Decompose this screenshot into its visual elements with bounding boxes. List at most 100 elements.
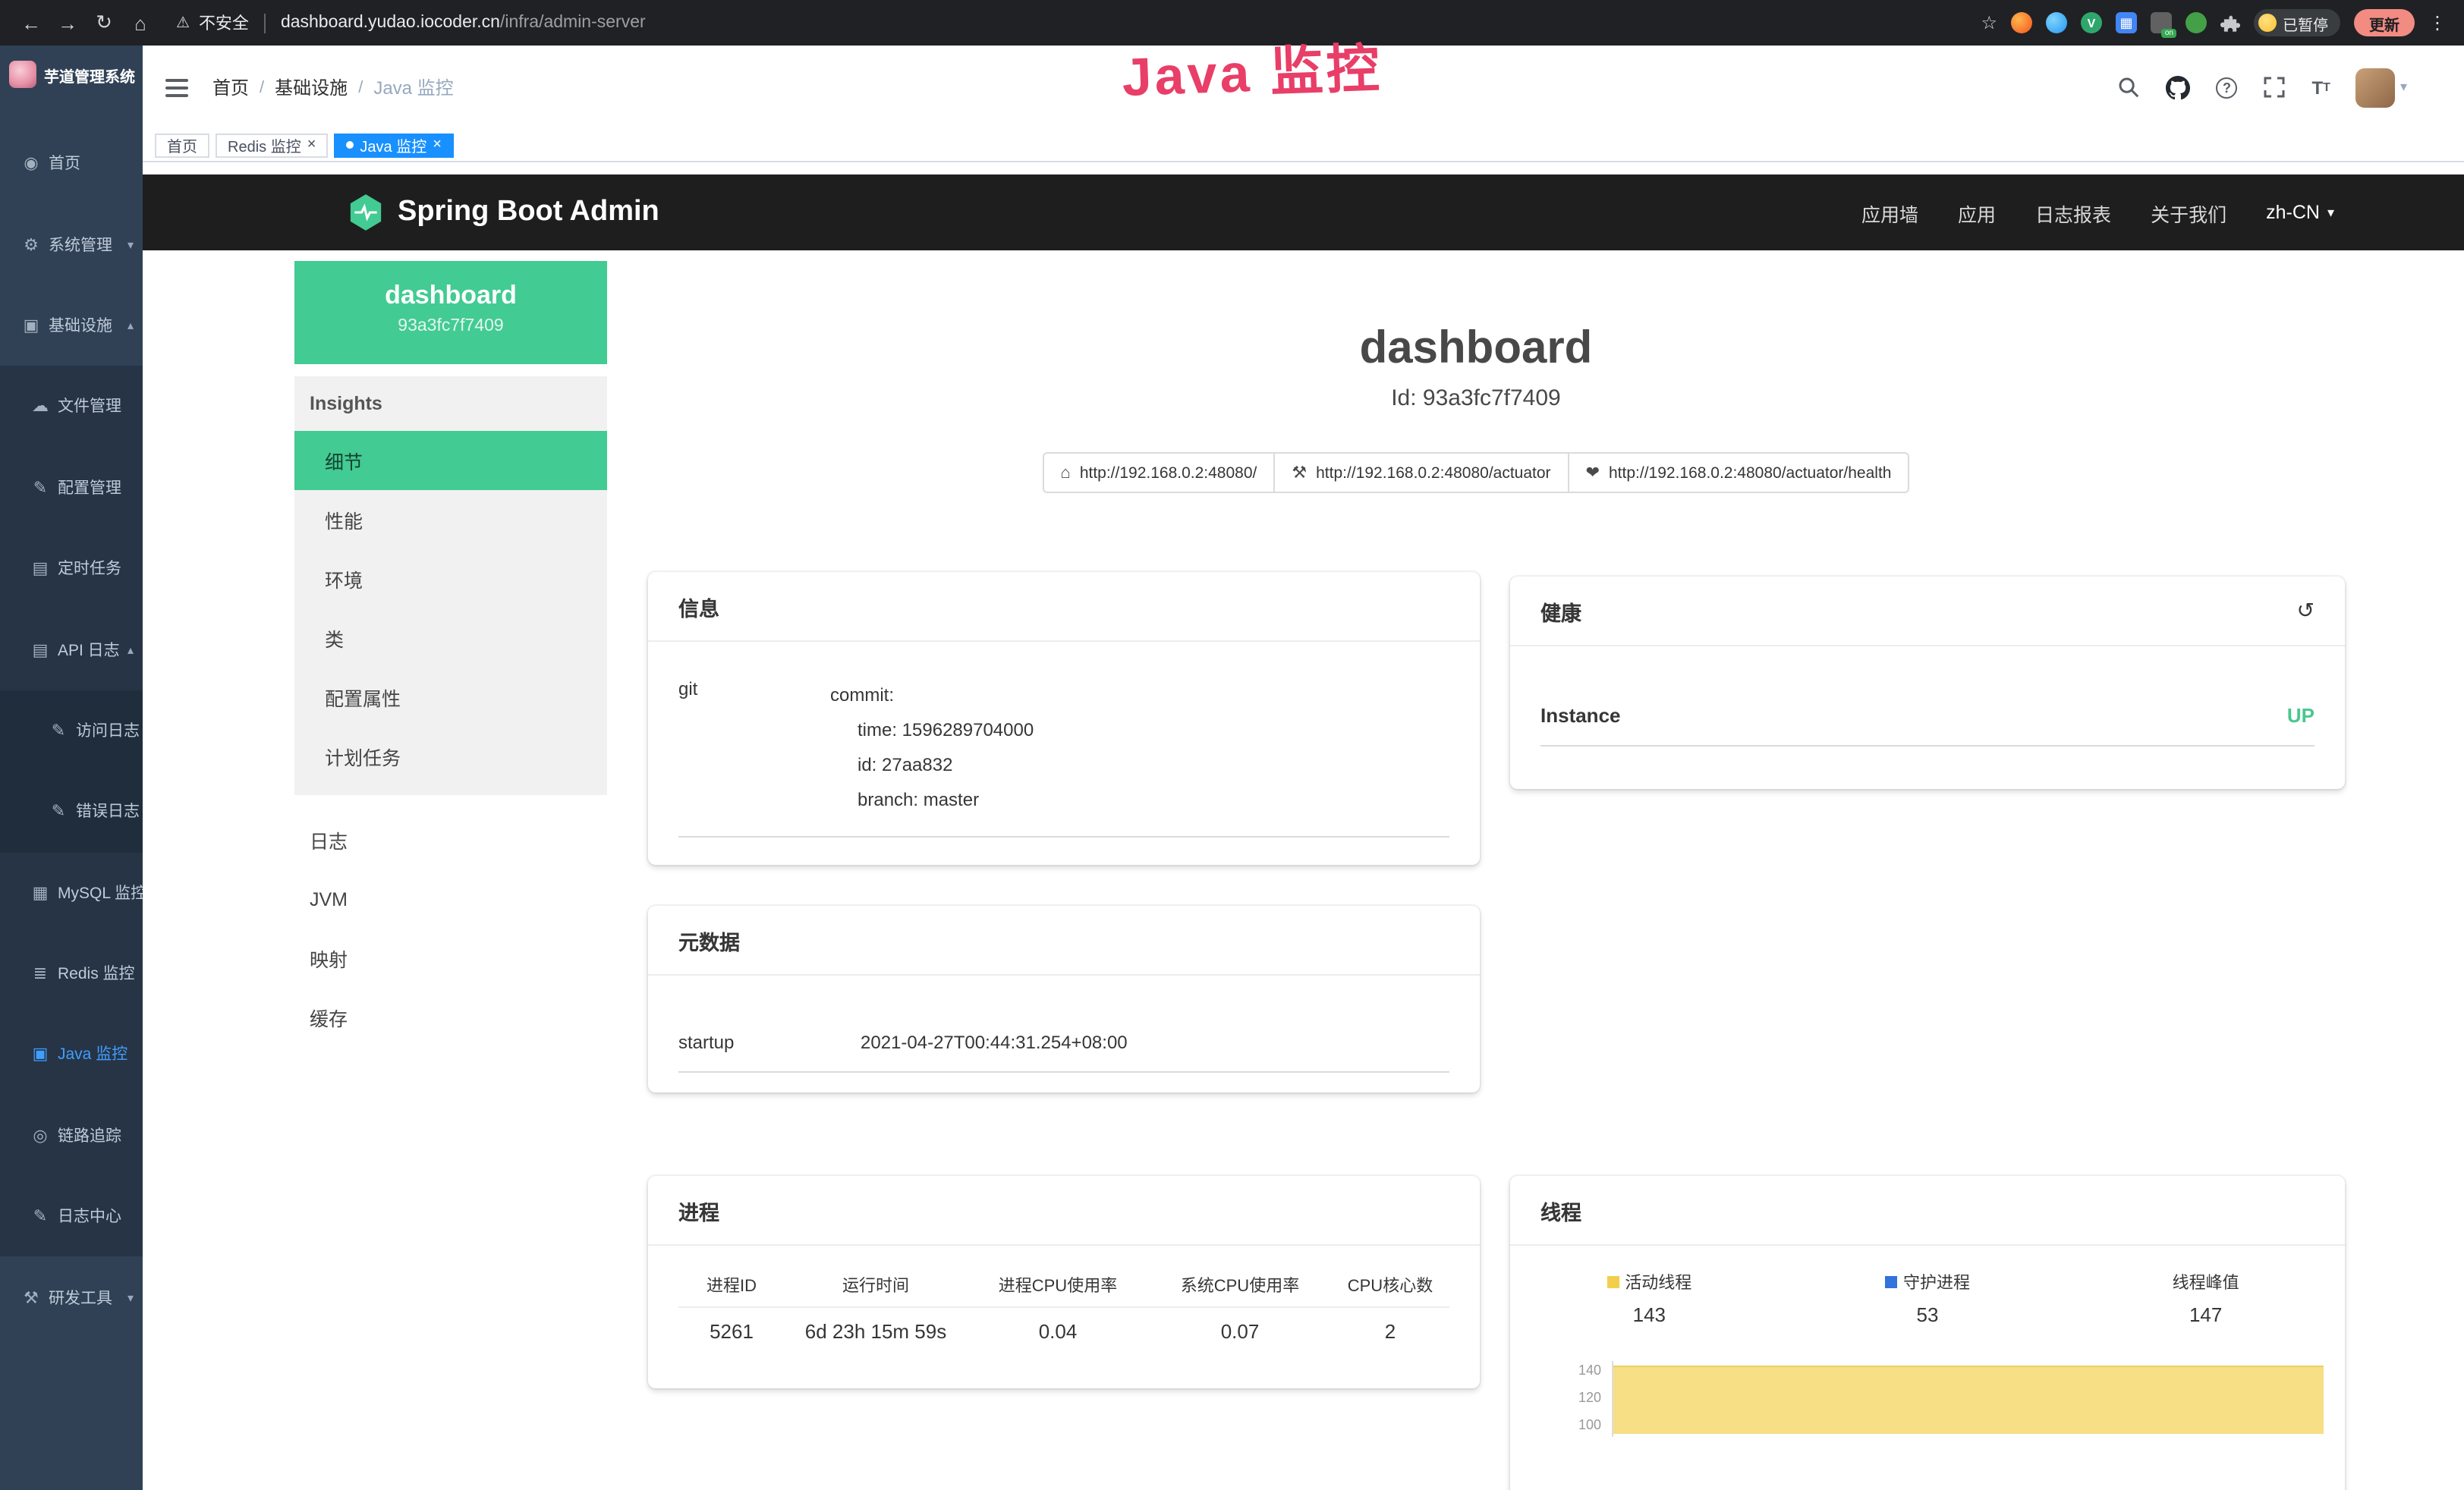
breadcrumb: 首页 / 基础设施 / Java 监控 (212, 74, 454, 100)
close-icon[interactable]: × (307, 137, 316, 152)
sba-item-caches[interactable]: 缓存 (294, 988, 607, 1047)
extensions-puzzle-icon[interactable] (2220, 13, 2240, 33)
screen: ← → ↻ ⌂ ⚠ 不安全 dashboard.yudao.iocoder.cn… (0, 0, 2464, 1490)
github-icon[interactable] (2166, 75, 2190, 99)
breadcrumb-infrastructure[interactable]: 基础设施 (275, 74, 348, 100)
health-card: 健康 ↺ Instance UP (1510, 577, 2345, 789)
proxy-switch-icon[interactable]: on (2151, 12, 2172, 33)
forward-icon[interactable]: → (55, 11, 80, 34)
sidebar-item-mysql-monitor[interactable]: ▦MySQL 监控 (0, 852, 143, 933)
page-title: dashboard (607, 322, 2345, 376)
sidebar-item-home[interactable]: ◉首页 (0, 123, 143, 204)
sba-item-environment[interactable]: 环境 (294, 549, 607, 608)
sba-item-scheduled-tasks[interactable]: 计划任务 (294, 727, 607, 786)
sidebar-item-java-monitor[interactable]: ▣Java 监控 (0, 1014, 143, 1095)
info-card-title: 信息 (648, 572, 1480, 642)
user-menu[interactable]: ▾ (2356, 68, 2407, 107)
header-actions: ? TT ▾ (2117, 68, 2407, 107)
sidebar-item-scheduled-jobs[interactable]: ▤定时任务 (0, 528, 143, 609)
breadcrumb-separator: / (358, 78, 363, 96)
chevron-up-icon: ▴ (127, 643, 134, 656)
spring-boot-admin-frame: Spring Boot Admin 应用墙 应用 日志报表 关于我们 zh-CN… (143, 162, 2464, 1490)
logo-image (9, 61, 36, 88)
extension-icon-2[interactable] (2046, 12, 2067, 33)
close-icon[interactable]: × (433, 137, 442, 152)
app-title: 芋道管理系统 (44, 63, 135, 86)
toolbar-right: ☆ V ▦ on 已暂停 更新 ⋮ (1981, 9, 2447, 36)
process-table: 进程ID 运行时间 进程CPU使用率 系统CPU使用率 CPU核心数 5261 … (678, 1273, 1449, 1343)
url-text[interactable]: dashboard.yudao.iocoder.cn/infra/admin-s… (281, 14, 646, 32)
fullscreen-icon[interactable] (2263, 76, 2286, 99)
back-icon[interactable]: ← (18, 11, 44, 34)
base-url-button[interactable]: ⌂http://192.168.0.2:48080/ (1043, 452, 1276, 493)
sba-main: dashboard Id: 93a3fc7f7409 ⌂http://192.1… (607, 162, 2345, 493)
sba-item-jvm[interactable]: JVM (294, 869, 607, 929)
sidebar-item-infrastructure[interactable]: ▣基础设施▴ (0, 285, 143, 366)
process-table-header: 进程ID 运行时间 进程CPU使用率 系统CPU使用率 CPU核心数 (678, 1273, 1449, 1308)
sidebar-item-tracing[interactable]: ◎链路追踪 (0, 1095, 143, 1176)
sidebar-item-system[interactable]: ⚙系统管理▾ (0, 204, 143, 285)
sba-item-details[interactable]: 细节 (294, 431, 607, 490)
extension-icon-4[interactable]: ▦ (2116, 12, 2137, 33)
sidebar-item-access-logs[interactable]: ✎访问日志 (0, 690, 143, 771)
font-size-icon[interactable]: TT (2311, 77, 2330, 98)
sidebar-item-redis-monitor[interactable]: ≣Redis 监控 (0, 933, 143, 1014)
tab-redis-monitor[interactable]: Redis 监控× (216, 133, 328, 157)
annotation-text: Java 监控 (1121, 26, 1384, 112)
app-logo[interactable]: 芋道管理系统 (0, 46, 143, 88)
search-icon[interactable] (2117, 76, 2140, 99)
sidebar-item-config-management[interactable]: ✎配置管理 (0, 447, 143, 528)
process-card: 进程 进程ID 运行时间 进程CPU使用率 系统CPU使用率 CPU核心数 52… (648, 1176, 1480, 1388)
extension-icon-1[interactable] (2011, 12, 2032, 33)
sba-item-mappings[interactable]: 映射 (294, 929, 607, 988)
sba-item-metrics[interactable]: 性能 (294, 490, 607, 549)
config-icon: ✎ (30, 478, 50, 498)
avatar (2356, 68, 2396, 107)
breadcrumb-separator: / (260, 78, 264, 96)
bookmark-star-icon[interactable]: ☆ (1981, 12, 1997, 33)
sidebar-item-devtools[interactable]: ⚒研发工具▾ (0, 1257, 143, 1338)
sidebar-item-log-center[interactable]: ✎日志中心 (0, 1176, 143, 1257)
sba-item-logs[interactable]: 日志 (294, 810, 607, 869)
reload-icon[interactable]: ↻ (91, 11, 117, 35)
health-row-label: Instance (1540, 704, 1621, 727)
tab-home[interactable]: 首页 (155, 133, 209, 157)
chevron-down-icon: ▾ (2400, 79, 2407, 96)
sba-item-config-props[interactable]: 配置属性 (294, 668, 607, 727)
history-icon[interactable]: ↺ (2297, 598, 2315, 624)
vue-devtools-icon[interactable]: V (2081, 12, 2102, 33)
update-button[interactable]: 更新 (2354, 9, 2415, 36)
help-icon[interactable]: ? (2216, 77, 2237, 98)
extension-icon-6[interactable] (2186, 12, 2207, 33)
address-bar[interactable]: ⚠ 不安全 dashboard.yudao.iocoder.cn/infra/a… (176, 11, 646, 35)
sba-logo-icon (349, 194, 382, 231)
chevron-down-icon: ▾ (127, 237, 134, 251)
metadata-label: startup (678, 1031, 861, 1052)
metadata-card: 元数据 startup 2021-04-27T00:44:31.254+08:0… (648, 906, 1480, 1092)
home-icon[interactable]: ⌂ (127, 11, 153, 34)
profile-chip[interactable]: 已暂停 (2254, 9, 2340, 36)
sidebar-item-api-logs[interactable]: ▤API 日志▴ (0, 609, 143, 690)
legend-peak-threads: 线程峰值 147 (2066, 1267, 2345, 1334)
instance-header[interactable]: dashboard 93a3fc7f7409 (294, 261, 607, 364)
breadcrumb-home[interactable]: 首页 (212, 74, 249, 100)
browser-menu-icon[interactable]: ⋮ (2428, 12, 2447, 33)
sba-item-classes[interactable]: 类 (294, 608, 607, 668)
process-card-title: 进程 (648, 1176, 1480, 1246)
metadata-card-title: 元数据 (648, 906, 1480, 976)
home-icon: ⌂ (1061, 464, 1071, 482)
actuator-url-button[interactable]: ⚒http://192.168.0.2:48080/actuator (1273, 452, 1569, 493)
infrastructure-icon: ▣ (21, 316, 41, 335)
tab-java-monitor[interactable]: Java 监控× (334, 133, 454, 157)
instance-links: ⌂http://192.168.0.2:48080/ ⚒http://192.1… (1043, 452, 1910, 493)
instance-name: dashboard (294, 278, 607, 313)
hamburger-icon[interactable] (165, 78, 188, 96)
sidebar-item-error-logs[interactable]: ✎错误日志 (0, 771, 143, 852)
breadcrumb-current: Java 监控 (373, 74, 453, 100)
info-card: 信息 git commit: time: 1596289704000 id: 2… (648, 572, 1480, 865)
metadata-value: 2021-04-27T00:44:31.254+08:00 (861, 1031, 1128, 1052)
mysql-icon: ▦ (30, 882, 50, 902)
wrench-icon: ⚒ (1292, 463, 1307, 483)
sidebar-item-file-management[interactable]: ☁文件管理 (0, 366, 143, 447)
health-url-button[interactable]: ❤http://192.168.0.2:48080/actuator/healt… (1568, 452, 1910, 493)
